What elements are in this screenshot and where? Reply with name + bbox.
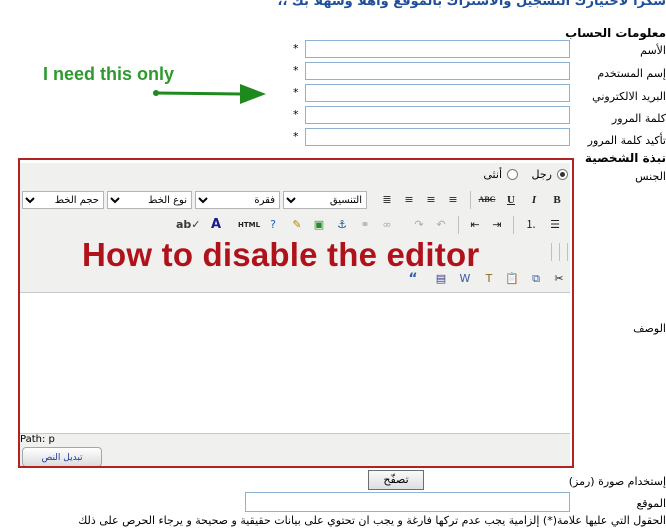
description-label: الوصف xyxy=(633,322,666,335)
confirm-password-label: تأكيد كلمة المرور xyxy=(587,134,666,147)
page-title: شكراً لأختيارك التسجيل والأشتراك بالموقع… xyxy=(277,0,666,9)
required-mark: * xyxy=(293,42,299,55)
personal-section-heading: نبذة الشخصية xyxy=(584,151,666,165)
required-mark: * xyxy=(293,108,299,121)
required-mark: * xyxy=(293,86,299,99)
email-input[interactable] xyxy=(305,84,570,102)
required-fields-note: الحقول التي عليها علامة(*) إلزامية يجب ع… xyxy=(78,514,666,527)
image-label: إستخدام صورة (رمز) xyxy=(568,475,666,488)
password-input[interactable] xyxy=(305,106,570,124)
required-mark: * xyxy=(293,130,299,143)
password-label: كلمة المرور xyxy=(611,112,666,125)
gender-label: الجنس xyxy=(635,170,666,183)
account-section-heading: معلومات الحساب xyxy=(565,26,666,40)
browse-button[interactable]: تصفّح xyxy=(368,470,424,490)
confirm-password-input[interactable] xyxy=(305,128,570,146)
website-input[interactable] xyxy=(245,492,570,512)
name-input[interactable] xyxy=(305,40,570,58)
name-label: الأسم xyxy=(640,44,666,57)
username-input[interactable] xyxy=(305,62,570,80)
required-mark: * xyxy=(293,64,299,77)
website-label: الموقع xyxy=(636,497,666,510)
annotation-editor-frame xyxy=(18,158,574,468)
annotation-arrow xyxy=(153,84,266,104)
username-label: إسم المستخدم xyxy=(597,67,666,80)
email-label: البريد الالكتروني xyxy=(592,90,666,103)
